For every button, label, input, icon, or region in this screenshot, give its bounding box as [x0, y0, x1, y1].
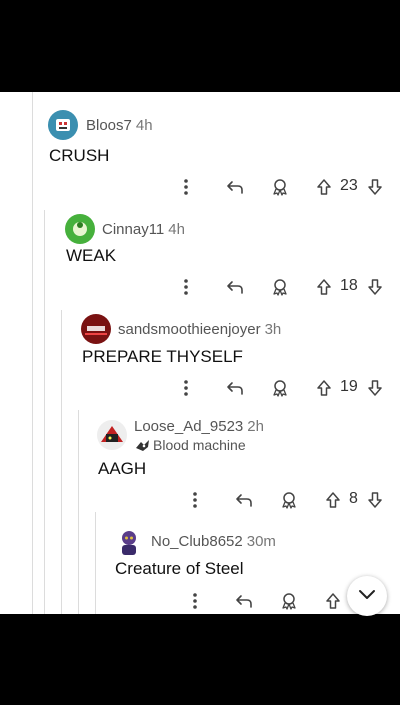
reply-icon[interactable]: [225, 175, 245, 199]
downvote-arrow-icon[interactable]: [366, 488, 384, 512]
upvote-arrow-icon[interactable]: [315, 275, 333, 299]
comment-actions: 18: [0, 275, 400, 299]
vote-score: 18: [340, 277, 358, 294]
comment-body: PREPARE THYSELF: [82, 347, 243, 366]
comment-thread: Bloos7 4h CRUSH 23 Cinnay11 4h WEAK 18 s…: [0, 92, 400, 614]
robot-flair-icon: [135, 439, 150, 455]
award-icon[interactable]: [279, 589, 299, 613]
reply-icon[interactable]: [225, 376, 245, 400]
downvote-arrow-icon[interactable]: [366, 376, 384, 400]
award-icon[interactable]: [279, 488, 299, 512]
comment-time: 4h: [135, 117, 153, 134]
avatar[interactable]: [65, 214, 95, 244]
comment-body: CRUSH: [49, 146, 110, 165]
comment-time: 4h: [168, 221, 185, 238]
comment-actions: [0, 589, 400, 613]
comment-author[interactable]: sandsmoothieenjoyer 3h: [118, 321, 281, 338]
comment-actions: 19: [0, 376, 400, 400]
avatar[interactable]: [97, 420, 127, 450]
comment-actions: 8: [0, 488, 400, 512]
thread-line-3[interactable]: [61, 310, 62, 614]
chevron-down-icon: [358, 587, 376, 605]
comment-body: WEAK: [66, 246, 117, 265]
more-vert-icon[interactable]: [178, 175, 194, 199]
award-icon[interactable]: [270, 376, 290, 400]
award-icon[interactable]: [270, 175, 290, 199]
comment-time: 30m: [246, 533, 276, 550]
comment-body: AAGH: [98, 459, 147, 478]
comment-time: 3h: [264, 321, 282, 338]
vote-score: 19: [340, 378, 358, 395]
more-vert-icon[interactable]: [178, 376, 194, 400]
thread-line-1[interactable]: [32, 92, 33, 614]
avatar[interactable]: [114, 526, 144, 556]
upvote-arrow-icon[interactable]: [324, 589, 342, 613]
comment-actions: 23: [0, 175, 400, 199]
more-vert-icon[interactable]: [187, 589, 203, 613]
comment-time: 2h: [247, 418, 264, 435]
reply-icon[interactable]: [234, 488, 254, 512]
vote-score: 8: [349, 490, 358, 507]
thread-line-4[interactable]: [78, 410, 79, 614]
more-vert-icon[interactable]: [187, 488, 203, 512]
upvote-arrow-icon[interactable]: [315, 175, 333, 199]
avatar[interactable]: [81, 314, 111, 344]
comment-author[interactable]: Bloos7 4h: [86, 117, 153, 134]
scroll-down-button[interactable]: [347, 576, 387, 616]
upvote-arrow-icon[interactable]: [315, 376, 333, 400]
comment-author[interactable]: Cinnay11 4h: [102, 221, 185, 238]
reply-icon[interactable]: [234, 589, 254, 613]
comment-author[interactable]: No_Club8652 30m: [151, 533, 276, 550]
downvote-arrow-icon[interactable]: [366, 175, 384, 199]
user-flair: Blood machine: [135, 437, 246, 455]
award-icon[interactable]: [270, 275, 290, 299]
vote-score: 23: [340, 177, 358, 194]
comment-author[interactable]: Loose_Ad_9523 2h: [134, 418, 264, 435]
reply-icon[interactable]: [225, 275, 245, 299]
thread-line-2[interactable]: [44, 210, 45, 614]
avatar[interactable]: [48, 110, 78, 140]
comment-body: Creature of Steel: [115, 559, 244, 578]
downvote-arrow-icon[interactable]: [366, 275, 384, 299]
more-vert-icon[interactable]: [178, 275, 194, 299]
upvote-arrow-icon[interactable]: [324, 488, 342, 512]
